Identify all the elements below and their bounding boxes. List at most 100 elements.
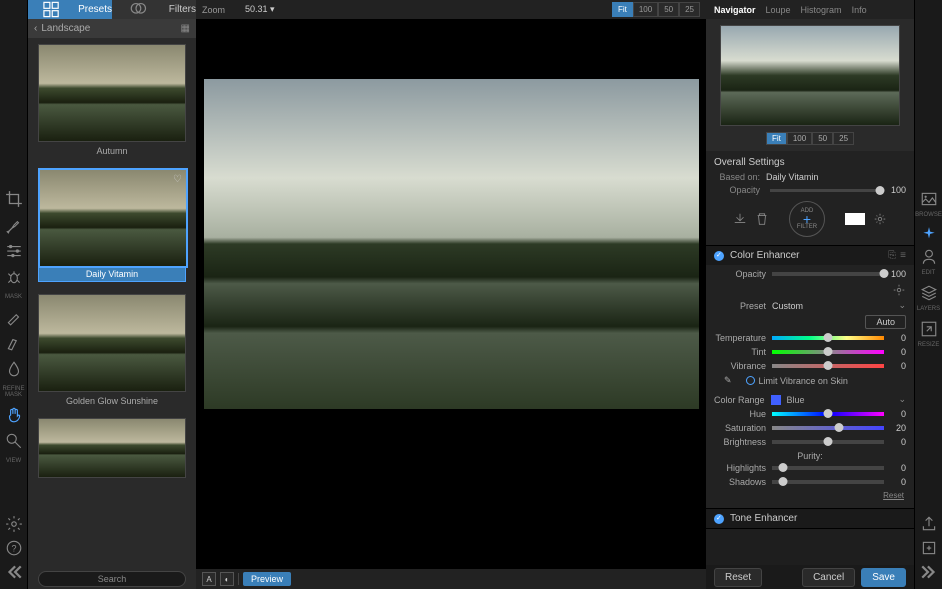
add-filter-button[interactable]: ADD + FILTER [789,201,825,237]
zoom-25-button[interactable]: 25 [679,2,700,17]
crop-icon[interactable] [5,190,23,208]
loupe-tab[interactable]: Loupe [766,5,791,15]
brightness-slider[interactable] [772,440,884,444]
preset-thumb[interactable]: ♡ [39,169,187,267]
presets-tab[interactable]: Presets [28,0,112,19]
delete-icon[interactable] [755,212,769,226]
ce-opacity-slider[interactable] [772,272,884,276]
color-range-swatch [771,395,781,405]
color-enhancer-toggle[interactable] [714,251,724,261]
preset-thumb[interactable] [38,418,186,478]
zoom-value-dropdown[interactable]: 50.31 ▾ [245,4,275,15]
preset-list[interactable]: Autumn ♡ Daily Vitamin Golden Glow Sunsh… [28,38,196,569]
collapse-left-icon[interactable] [5,563,23,581]
nav-zoom-100[interactable]: 100 [787,132,812,145]
preset-thumb[interactable] [38,294,186,392]
browse-icon[interactable] [920,190,938,208]
nav-zoom-buttons: Fit 100 50 25 [766,132,854,145]
preset-label: Autumn [38,142,186,156]
cancel-button[interactable]: Cancel [802,568,855,587]
reset-button[interactable]: Reset [714,568,762,587]
vibrance-label: Vibrance [714,361,766,371]
adjust-icon[interactable] [5,242,23,260]
info-tab[interactable]: Info [852,5,867,15]
hand-icon[interactable] [5,406,23,424]
auto-button[interactable]: Auto [865,315,906,329]
preset-thumb[interactable] [38,44,186,142]
highlights-slider[interactable] [772,466,884,470]
portrait-icon[interactable] [920,248,938,266]
gear-icon[interactable] [5,515,23,533]
compare-split-button[interactable]: ◐ [220,572,234,586]
preset-item-daily-vitamin[interactable]: ♡ Daily Vitamin [38,168,186,282]
filter-reset-link[interactable]: Reset [714,491,906,500]
refine-brush-icon[interactable] [5,308,23,326]
navigator-thumbnail[interactable] [720,25,900,126]
tint-slider[interactable] [772,350,884,354]
chisel-icon[interactable] [5,334,23,352]
saturation-slider[interactable] [772,426,884,430]
zoom-fit-button[interactable]: Fit [612,2,633,17]
zoom-icon[interactable] [5,432,23,450]
export-icon[interactable] [920,539,938,557]
chevron-down-icon[interactable]: ⌄ [898,300,906,311]
overall-opacity-slider[interactable] [770,189,880,192]
filters-tab[interactable]: Filters [112,0,196,19]
color-swatch[interactable] [845,213,865,225]
hue-slider[interactable] [772,412,884,416]
eyedropper-icon[interactable]: ✎ [724,375,732,386]
edit-label: EDIT [922,270,936,276]
help-icon[interactable]: ? [5,539,23,557]
save-button[interactable]: Save [861,568,906,587]
temperature-label: Temperature [714,333,766,343]
nav-zoom-50[interactable]: 50 [812,132,833,145]
color-range-label: Color Range [714,395,765,405]
preset-item-autumn[interactable]: Autumn [38,44,186,156]
compare-a-button[interactable]: A [202,572,216,586]
navigator-tab[interactable]: Navigator [714,5,756,15]
overall-gear-icon[interactable] [873,212,887,226]
share-icon[interactable] [920,515,938,533]
canvas-viewport[interactable] [196,19,706,569]
zoom-50-button[interactable]: 50 [658,2,679,17]
collapse-right-icon[interactable] [920,563,938,581]
tone-enhancer-toggle[interactable] [714,514,724,524]
nav-zoom-fit[interactable]: Fit [766,132,787,145]
temperature-slider[interactable] [772,336,884,340]
vibrance-slider[interactable] [772,364,884,368]
main-image[interactable] [204,79,699,409]
zoom-100-button[interactable]: 100 [633,2,658,17]
filter-menu-icon[interactable]: ≡ [900,250,906,261]
ce-gear-icon[interactable] [892,283,906,297]
resize-icon[interactable] [920,320,938,338]
color-enhancer-header[interactable]: Color Enhancer ⎘ ≡ [706,246,914,265]
color-enhancer-title: Color Enhancer [730,250,888,261]
overall-opacity-value: 100 [884,185,906,195]
color-range-chevron-icon[interactable]: ⌄ [898,394,906,405]
limit-vibrance-checkbox[interactable] [746,376,755,385]
preset-item-golden-glow[interactable]: Golden Glow Sunshine [38,294,186,406]
preview-button[interactable]: Preview [243,572,291,586]
preset-item-4[interactable] [38,418,186,478]
blur-icon[interactable] [5,360,23,378]
color-range-row[interactable]: Color Range Blue ⌄ [714,390,906,409]
mask-bug-icon[interactable] [5,268,23,286]
nav-zoom-25[interactable]: 25 [833,132,854,145]
shadows-slider[interactable] [772,480,884,484]
tone-enhancer-header[interactable]: Tone Enhancer [706,509,914,528]
save-preset-icon[interactable] [733,212,747,226]
brush-icon[interactable] [5,216,23,234]
layers-icon[interactable] [920,284,938,302]
fx-icon[interactable] [920,226,938,244]
filter-copy-icon[interactable]: ⎘ [888,250,896,261]
favorite-icon[interactable]: ♡ [173,174,182,185]
panel-footer: Reset Cancel Save [706,565,914,589]
ce-preset-dropdown[interactable]: Custom [772,301,898,311]
search-input[interactable]: Search [38,571,186,587]
histogram-tab[interactable]: Histogram [801,5,842,15]
breadcrumb[interactable]: ‹Landscape ▦ [28,19,196,38]
grid-view-icon[interactable]: ▦ [181,23,190,34]
highlights-value: 0 [888,463,906,473]
filter-stack[interactable]: Color Enhancer ⎘ ≡ Opacity 100 Preset Cu… [706,246,914,565]
svg-text:?: ? [11,543,16,553]
